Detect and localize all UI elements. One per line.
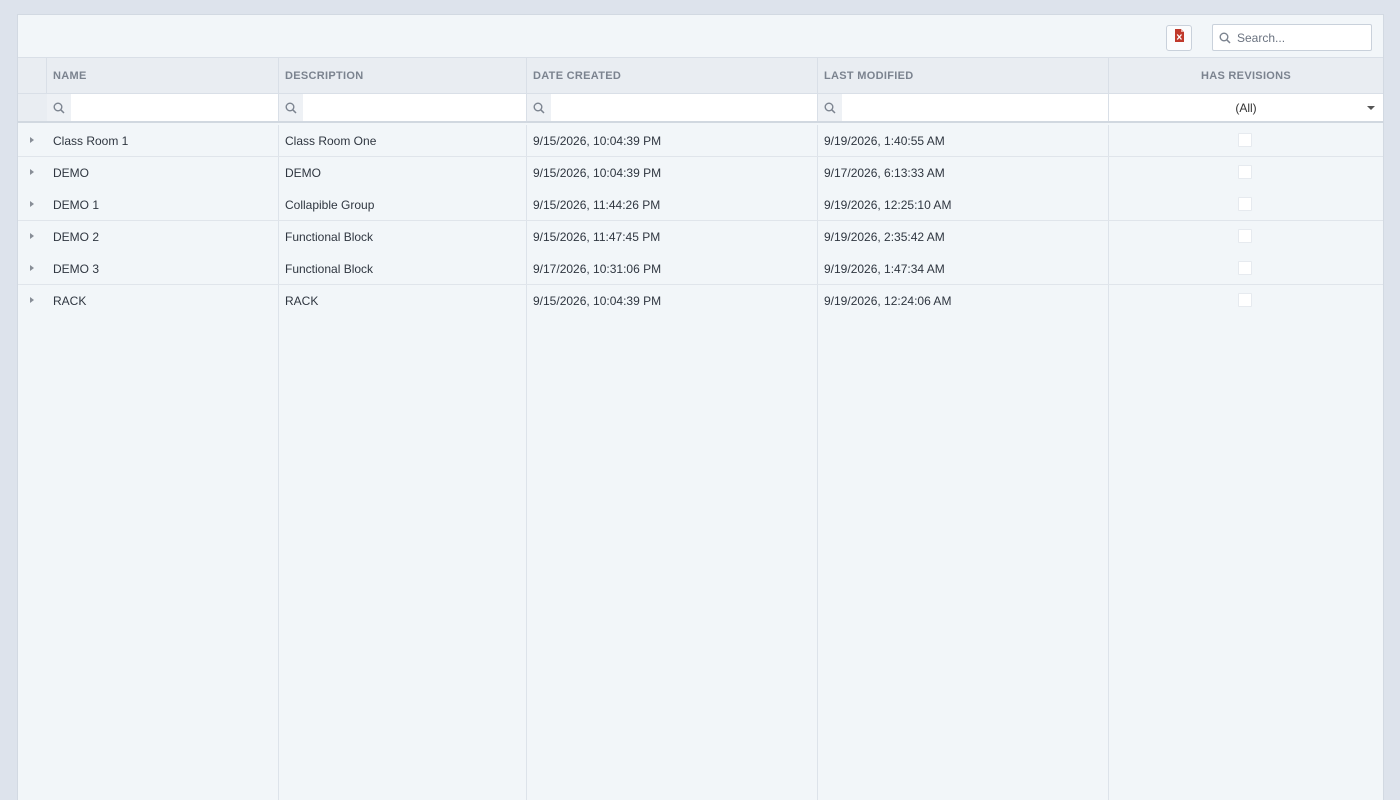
table-row[interactable]: RACK RACK 9/15/2026, 10:04:39 PM 9/19/2026,… xyxy=(18,285,1383,317)
column-header-name[interactable]: NAME xyxy=(47,58,279,94)
filter-select-has-revisions[interactable]: (All) xyxy=(1109,94,1383,121)
search-icon xyxy=(279,94,303,121)
expand-row-icon[interactable] xyxy=(30,233,34,239)
filter-cell-date-created xyxy=(527,94,818,121)
grid-toolbar xyxy=(18,15,1383,58)
has-revisions-checkbox xyxy=(1238,133,1252,147)
cell-description: Collapible Group xyxy=(285,198,375,212)
search-icon xyxy=(818,94,842,121)
column-header-last-modified[interactable]: LAST MODIFIED xyxy=(818,58,1109,94)
cell-date-created: 9/15/2026, 10:04:39 PM xyxy=(533,134,662,148)
filter-row: (All) xyxy=(18,94,1383,123)
expand-row-icon[interactable] xyxy=(30,297,34,303)
cell-last-modified: 9/17/2026, 6:13:33 AM xyxy=(824,166,945,180)
table-row[interactable]: Class Room 1 Class Room One 9/15/2026, 10:… xyxy=(18,125,1383,157)
filter-input-last-modified[interactable] xyxy=(842,95,1108,120)
expand-column-header xyxy=(18,58,47,94)
cell-date-created: 9/17/2026, 10:31:06 PM xyxy=(533,262,662,276)
table-row[interactable]: DEMO 2 Functional Block 9/15/2026, 11:47:4… xyxy=(18,221,1383,253)
cell-last-modified: 9/19/2026, 12:24:06 AM xyxy=(824,294,952,308)
has-revisions-checkbox xyxy=(1238,165,1252,179)
cell-name: DEMO 2 xyxy=(53,230,100,244)
cell-date-created: 9/15/2026, 11:44:26 PM xyxy=(533,198,661,212)
cell-description: RACK xyxy=(285,294,319,308)
grid-search[interactable] xyxy=(1212,24,1372,51)
cell-name: Class Room 1 xyxy=(53,134,129,148)
expand-row-icon[interactable] xyxy=(30,169,34,175)
filter-cell-name xyxy=(47,94,279,121)
has-revisions-checkbox xyxy=(1238,229,1252,243)
table-row[interactable]: DEMO DEMO 9/15/2026, 10:04:39 PM 9/17/2026,… xyxy=(18,157,1383,189)
cell-description: Functional Block xyxy=(285,230,374,244)
cell-date-created: 9/15/2026, 11:47:45 PM xyxy=(533,230,661,244)
search-input[interactable] xyxy=(1237,25,1367,50)
expand-row-icon[interactable] xyxy=(30,201,34,207)
cell-date-created: 9/15/2026, 10:04:39 PM xyxy=(533,294,662,308)
search-icon xyxy=(47,94,71,121)
cell-last-modified: 9/19/2026, 1:40:55 AM xyxy=(824,134,945,148)
cell-name: DEMO 3 xyxy=(53,262,100,276)
cell-description: Functional Block xyxy=(285,262,374,276)
has-revisions-checkbox xyxy=(1238,197,1252,211)
cell-last-modified: 9/19/2026, 2:35:42 AM xyxy=(824,230,945,244)
cell-date-created: 9/15/2026, 10:04:39 PM xyxy=(533,166,662,180)
has-revisions-checkbox xyxy=(1238,261,1252,275)
expand-row-icon[interactable] xyxy=(30,265,34,271)
cell-last-modified: 9/19/2026, 1:47:34 AM xyxy=(824,262,945,276)
cell-name: RACK xyxy=(53,294,87,308)
cell-description: Class Room One xyxy=(285,134,377,148)
filter-cell-last-modified xyxy=(818,94,1109,121)
filter-input-description[interactable] xyxy=(303,95,526,120)
table-row[interactable]: DEMO 3 Functional Block 9/17/2026, 10:31:0… xyxy=(18,253,1383,285)
filter-select-value: (All) xyxy=(1235,100,1257,115)
export-excel-button[interactable] xyxy=(1166,25,1192,51)
grid-panel: NAME DESCRIPTION DATE CREATED LAST MODIF… xyxy=(17,14,1384,800)
chevron-down-icon xyxy=(1367,106,1375,110)
column-header-row: NAME DESCRIPTION DATE CREATED LAST MODIF… xyxy=(18,58,1383,94)
search-icon xyxy=(1213,32,1237,44)
table-row[interactable]: DEMO 1 Collapible Group 9/15/2026, 11:44:2… xyxy=(18,189,1383,221)
filter-input-date-created[interactable] xyxy=(551,95,817,120)
cell-name: DEMO 1 xyxy=(53,198,100,212)
grid-body: Class Room 1 Class Room One 9/15/2026, 10:… xyxy=(18,125,1383,800)
search-icon xyxy=(527,94,551,121)
column-header-date-created[interactable]: DATE CREATED xyxy=(527,58,818,94)
has-revisions-checkbox xyxy=(1238,293,1252,307)
cell-name: DEMO xyxy=(53,166,89,180)
expand-row-icon[interactable] xyxy=(30,137,34,143)
column-header-has-revisions[interactable]: HAS REVISIONS xyxy=(1109,58,1383,94)
excel-export-icon xyxy=(1174,29,1185,47)
cell-last-modified: 9/19/2026, 12:25:10 AM xyxy=(824,198,952,212)
filter-cell-description xyxy=(279,94,527,121)
column-header-description[interactable]: DESCRIPTION xyxy=(279,58,527,94)
filter-input-name[interactable] xyxy=(71,95,278,120)
cell-description: DEMO xyxy=(285,166,321,180)
